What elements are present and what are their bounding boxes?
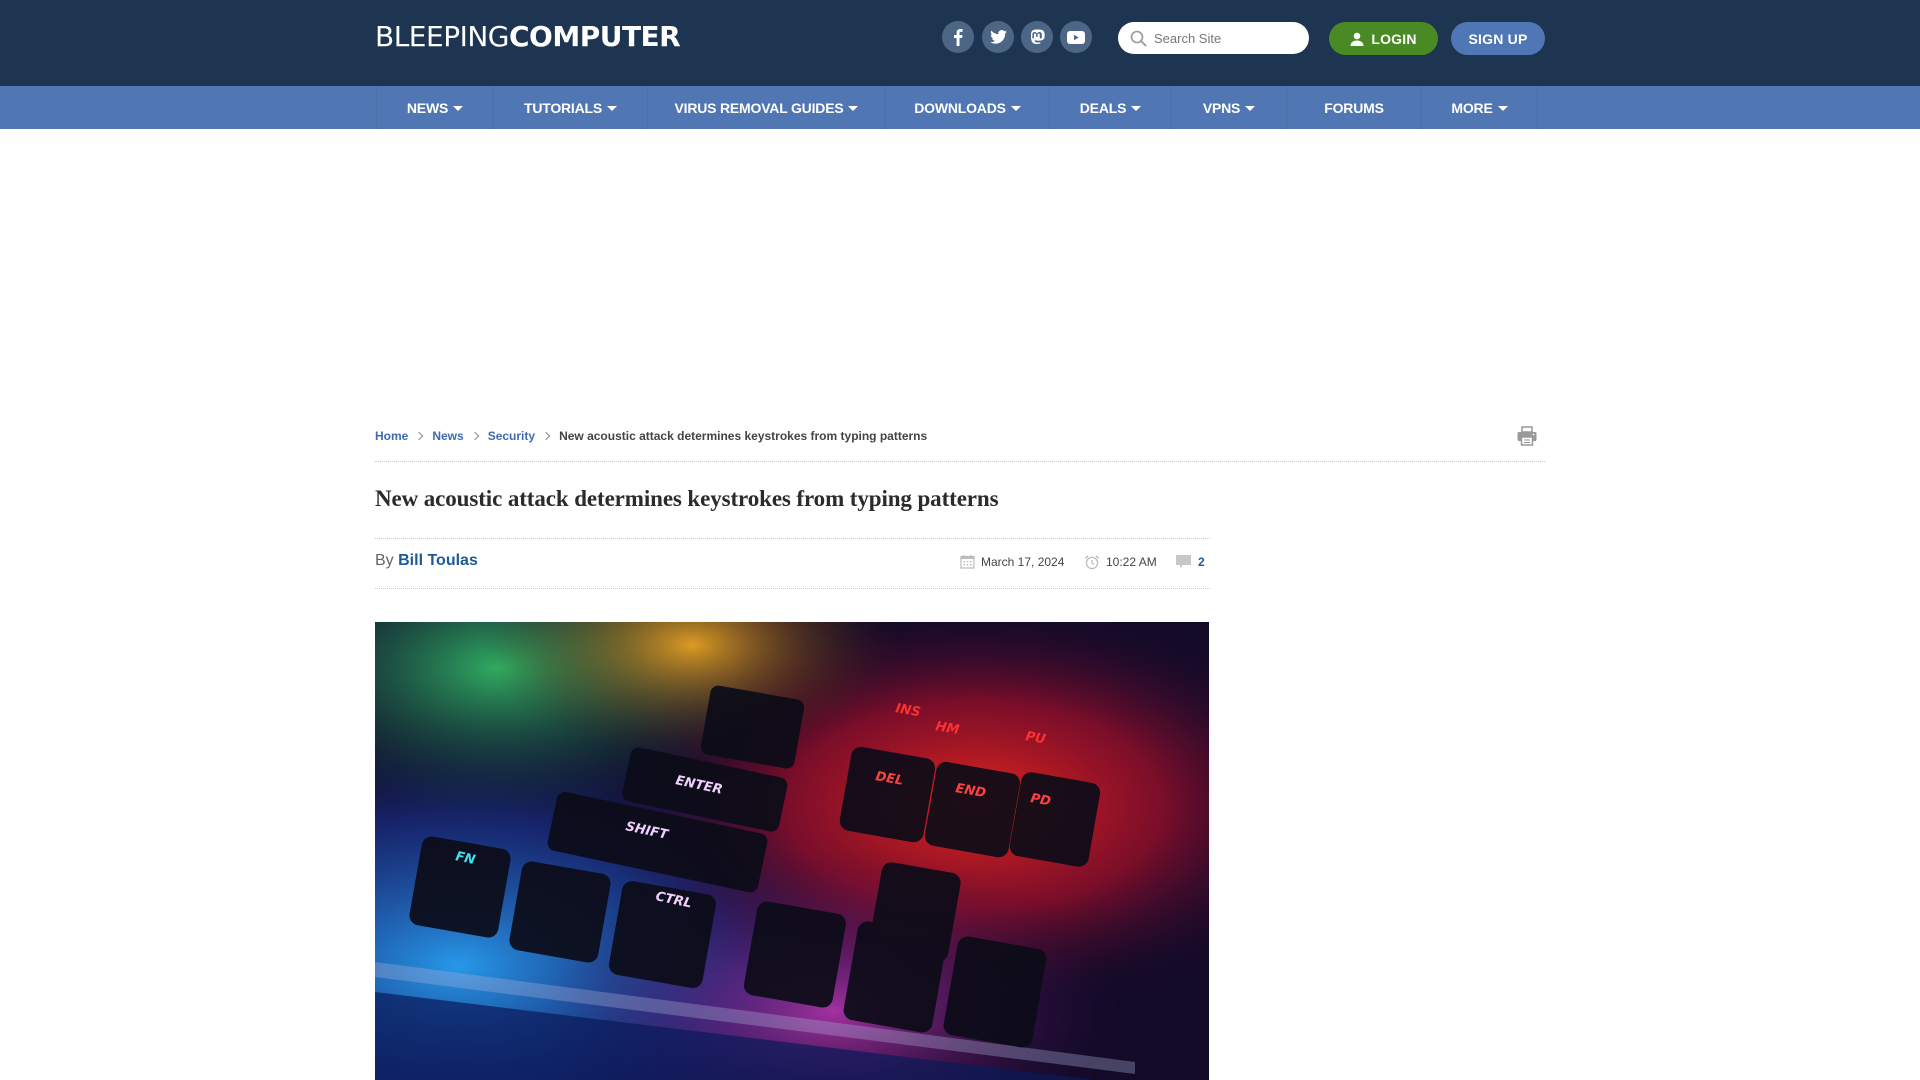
breadcrumb-current: New acoustic attack determines keystroke… xyxy=(559,429,928,443)
nav-item-downloads[interactable]: DOWNLOADS xyxy=(886,86,1050,129)
youtube-icon xyxy=(1067,30,1085,44)
mastodon-link[interactable] xyxy=(1021,21,1053,53)
twitter-icon xyxy=(989,30,1007,44)
nav-item-deals[interactable]: DEALS xyxy=(1050,86,1172,129)
breadcrumb-security[interactable]: Security xyxy=(488,429,535,443)
chevron-right-icon xyxy=(415,431,424,441)
site-logo[interactable]: BLEEPINGCOMPUTER xyxy=(375,20,681,53)
caret-down-icon xyxy=(848,105,859,111)
logo-text-light: BLEEPING xyxy=(375,20,509,53)
article-hero-image: ENTER SHIFT FN CTRL DEL END PD HM PU INS xyxy=(375,622,1209,1080)
nav-label: DOWNLOADS xyxy=(914,99,1006,116)
nav-item-more[interactable]: MORE xyxy=(1422,86,1538,129)
breadcrumb-home[interactable]: Home xyxy=(375,429,408,443)
print-button[interactable] xyxy=(1516,425,1538,452)
breadcrumb-divider xyxy=(375,461,1545,462)
byline-prefix: By xyxy=(375,552,394,569)
facebook-icon xyxy=(954,29,963,46)
login-label: LOGIN xyxy=(1371,30,1417,47)
logo-text-bold: COMPUTER xyxy=(508,20,681,53)
comment-icon xyxy=(1176,555,1191,569)
clock-icon xyxy=(1084,555,1100,570)
nav-label: NEWS xyxy=(406,99,449,116)
breadcrumb-news[interactable]: News xyxy=(432,429,463,443)
calendar-icon xyxy=(960,555,975,569)
caret-down-icon xyxy=(1010,105,1021,111)
twitter-link[interactable] xyxy=(982,21,1014,53)
search-input[interactable] xyxy=(1154,30,1304,46)
user-icon xyxy=(1350,32,1364,46)
nav-label: TUTORIALS xyxy=(523,99,603,116)
nav-label: MORE xyxy=(1451,99,1493,116)
time-text: 10:22 AM xyxy=(1106,555,1157,569)
caret-down-icon xyxy=(1245,105,1256,111)
keyboard-image: ENTER SHIFT FN CTRL DEL END PD HM PU INS xyxy=(375,622,1209,1080)
youtube-link[interactable] xyxy=(1060,21,1092,53)
facebook-link[interactable] xyxy=(942,21,974,53)
byline-divider xyxy=(375,588,1210,589)
search-icon[interactable] xyxy=(1130,30,1147,47)
login-button[interactable]: LOGIN xyxy=(1329,22,1438,55)
caret-down-icon xyxy=(1131,105,1142,111)
nav-label: VIRUS REMOVAL GUIDES xyxy=(674,99,844,116)
date-text: March 17, 2024 xyxy=(981,554,1065,569)
nav-label: DEALS xyxy=(1079,99,1127,116)
main-nav: NEWS TUTORIALS VIRUS REMOVAL GUIDES DOWN… xyxy=(0,86,1920,129)
comments-link[interactable]: 2 xyxy=(1175,554,1205,570)
caret-down-icon xyxy=(453,105,464,111)
chevron-right-icon xyxy=(541,431,551,441)
article-title: New acoustic attack determines keystroke… xyxy=(375,486,999,511)
nav-item-vpns[interactable]: VPNS xyxy=(1172,86,1287,129)
site-header: BLEEPINGCOMPUTER LOGIN SIGN UP xyxy=(0,0,1920,86)
nav-item-forums[interactable]: FORUMS xyxy=(1287,86,1422,129)
nav-menu: NEWS TUTORIALS VIRUS REMOVAL GUIDES DOWN… xyxy=(376,86,1538,129)
nav-label: VPNS xyxy=(1202,99,1241,116)
author-link[interactable]: Bill Toulas xyxy=(398,552,478,569)
nav-label: FORUMS xyxy=(1324,99,1384,116)
byline: By Bill Toulas xyxy=(375,552,478,570)
printer-icon xyxy=(1517,426,1537,446)
caret-down-icon xyxy=(1497,105,1508,111)
search-box[interactable] xyxy=(1118,22,1309,54)
comment-count: 2 xyxy=(1198,555,1205,569)
signup-label: SIGN UP xyxy=(1468,30,1528,47)
mastodon-icon xyxy=(1030,29,1045,44)
article-time: 10:22 AM xyxy=(1084,554,1157,570)
caret-down-icon xyxy=(607,105,618,111)
nav-item-virus-removal-guides[interactable]: VIRUS REMOVAL GUIDES xyxy=(648,86,886,129)
breadcrumb: Home News Security New acoustic attack d… xyxy=(375,429,927,443)
signup-button[interactable]: SIGN UP xyxy=(1451,22,1545,55)
chevron-right-icon xyxy=(470,431,479,441)
nav-item-news[interactable]: NEWS xyxy=(377,86,494,129)
nav-item-tutorials[interactable]: TUTORIALS xyxy=(494,86,648,129)
article-date: March 17, 2024 xyxy=(960,554,1064,569)
title-divider xyxy=(375,538,1210,539)
